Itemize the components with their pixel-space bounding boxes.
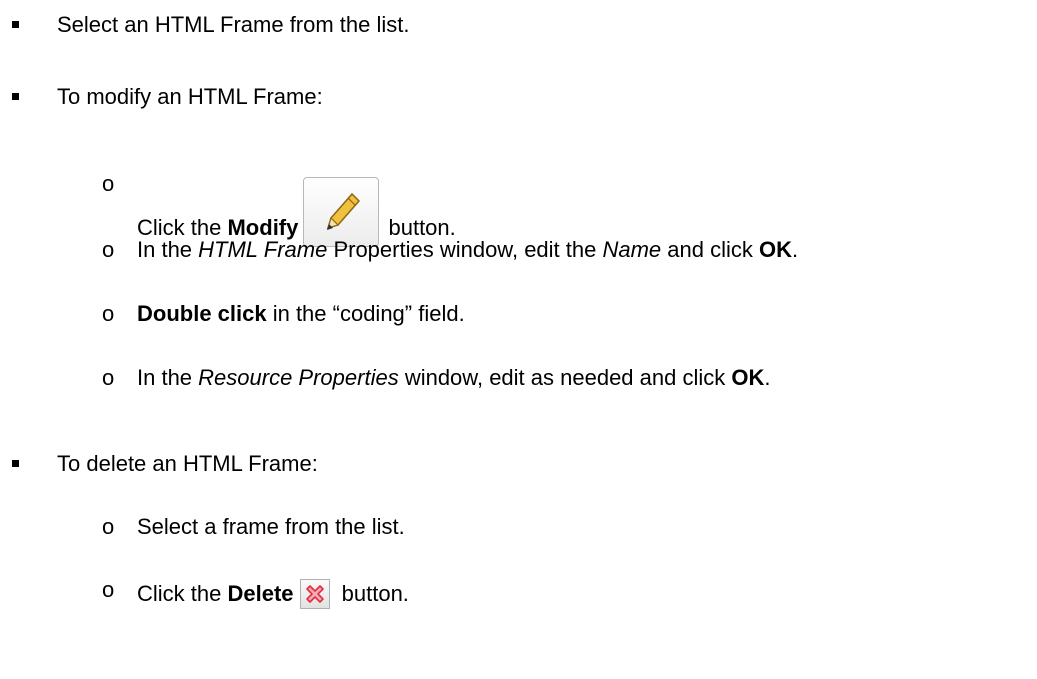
text-segment: in the “coding” field. xyxy=(266,301,465,326)
text-segment: OK xyxy=(759,237,792,262)
circle-bullet: o xyxy=(102,171,115,196)
item-text: To modify an HTML Frame: xyxy=(57,84,323,109)
text-segment: . xyxy=(764,365,771,390)
item-text: Double click in the “coding” field. xyxy=(137,301,465,327)
text-segment: Click the xyxy=(137,581,228,606)
square-bullet-icon xyxy=(12,21,19,28)
text-segment: In the xyxy=(137,365,199,390)
text-segment: HTML Frame xyxy=(198,237,328,262)
item-text: In the Resource Properties window, edit … xyxy=(137,365,770,391)
text-segment: Properties window, edit the xyxy=(327,237,603,262)
circle-bullet: o xyxy=(102,301,115,326)
text-segment: In the xyxy=(137,237,199,262)
text-segment: window, edit as needed and click xyxy=(398,365,732,390)
item-text: Select a frame from the list. xyxy=(137,514,405,539)
circle-bullet: o xyxy=(102,365,115,390)
text-segment: OK xyxy=(731,365,765,390)
square-bullet-icon xyxy=(12,93,19,100)
item-text: To delete an HTML Frame: xyxy=(57,451,318,476)
item-text: Click the Modify button. xyxy=(137,171,456,247)
circle-bullet: o xyxy=(102,577,115,602)
pencil-icon xyxy=(327,192,361,230)
text-segment: Name xyxy=(602,237,662,262)
square-bullet-icon xyxy=(12,460,19,467)
red-x-icon xyxy=(305,585,324,603)
text-segment: and click xyxy=(661,237,759,262)
text-segment: button. xyxy=(335,581,409,606)
delete-label: Delete xyxy=(227,581,294,606)
item-text: Select an HTML Frame from the list. xyxy=(57,12,410,37)
item-text: In the HTML Frame Properties window, edi… xyxy=(137,237,798,263)
text-segment: Resource Properties xyxy=(198,365,399,390)
text-segment: Double click xyxy=(137,301,267,326)
delete-button[interactable] xyxy=(299,579,330,609)
item-text: Click the Delete button. xyxy=(137,577,409,609)
circle-bullet: o xyxy=(102,514,115,539)
circle-bullet: o xyxy=(102,237,115,262)
text-segment: . xyxy=(792,237,799,262)
